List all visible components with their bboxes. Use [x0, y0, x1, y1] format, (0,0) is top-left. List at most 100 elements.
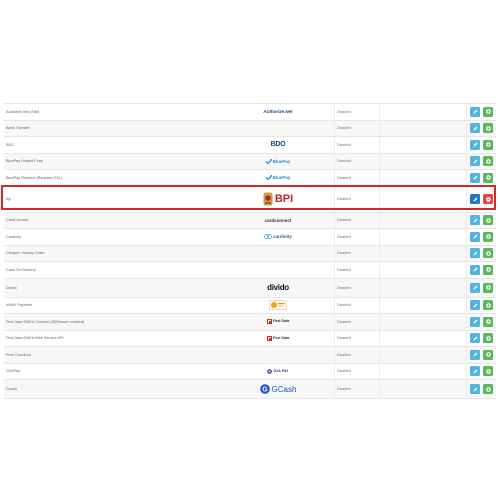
- pencil-icon: [473, 336, 477, 341]
- row-actions: [470, 279, 496, 297]
- row-actions: [470, 137, 496, 153]
- bpi-logo: BPI: [239, 187, 317, 212]
- edit-button[interactable]: [470, 231, 480, 242]
- plus-circle-icon: [485, 336, 491, 341]
- edit-button[interactable]: [470, 106, 480, 117]
- pencil-icon: [473, 251, 477, 256]
- edit-button[interactable]: [470, 316, 480, 327]
- status-text: Disabled: [337, 369, 351, 374]
- extension-name: Gcash: [6, 387, 17, 391]
- table-row: BluePay Hosted Form BluePay Disabled: [4, 153, 496, 170]
- row-actions: [470, 104, 496, 120]
- pencil-icon: [473, 387, 477, 391]
- minus-circle-icon: [485, 196, 491, 202]
- plus-circle-icon: [485, 319, 491, 324]
- edit-button[interactable]: [470, 264, 480, 275]
- plus-circle-icon: [485, 369, 491, 374]
- edit-button[interactable]: [470, 349, 480, 360]
- status-text: Disabled: [337, 126, 351, 131]
- install-button[interactable]: [483, 333, 493, 344]
- install-button[interactable]: [483, 231, 493, 242]
- pencil-icon: [473, 197, 477, 201]
- pencil-icon: [473, 126, 477, 131]
- logo-text: BluePay: [272, 175, 291, 181]
- first-data-mark-icon: [266, 335, 272, 341]
- cardconnect-logo: cardconnect: [239, 213, 317, 229]
- pencil-icon: [473, 369, 477, 374]
- pencil-icon: [473, 142, 477, 147]
- install-button[interactable]: [483, 349, 493, 360]
- extension-name: CardConnect: [6, 218, 29, 223]
- install-button[interactable]: [483, 300, 493, 311]
- install-button[interactable]: [483, 366, 493, 377]
- logo-text: BDO: [270, 141, 286, 149]
- install-button[interactable]: [483, 316, 493, 327]
- plus-circle-icon: [485, 234, 491, 239]
- row-actions: [470, 154, 496, 170]
- extension-name: Cheque / Money Order: [6, 251, 45, 256]
- status-text: Disabled: [337, 197, 351, 201]
- eway-badge-icon: [269, 300, 287, 311]
- extension-name: Divido: [6, 285, 17, 290]
- row-actions: [470, 262, 496, 278]
- pencil-icon: [473, 319, 477, 324]
- edit-button[interactable]: [470, 139, 480, 150]
- table-row: First Data EMEA Web Service API First Da…: [4, 330, 496, 347]
- row-actions: [470, 121, 496, 137]
- eway-logo: [239, 298, 317, 314]
- row-actions: [470, 364, 496, 380]
- cardinity-logo: cardinity: [239, 229, 317, 245]
- edit-button[interactable]: [470, 123, 480, 134]
- install-button[interactable]: [483, 215, 493, 226]
- row-actions: [470, 213, 496, 229]
- edit-button[interactable]: [470, 366, 480, 377]
- row-actions: [470, 229, 496, 245]
- install-button[interactable]: [483, 282, 493, 293]
- plus-circle-icon: [485, 159, 491, 164]
- install-button[interactable]: [483, 123, 493, 134]
- extension-name: BluePay Redirect (Requires SSL): [6, 175, 63, 180]
- extension-name: BDO: [6, 142, 15, 147]
- edit-button[interactable]: [470, 172, 480, 183]
- install-button[interactable]: [483, 139, 493, 150]
- edit-button[interactable]: [470, 384, 480, 394]
- status-text: Disabled: [337, 251, 351, 256]
- plus-circle-icon: [485, 126, 491, 131]
- plus-circle-icon: [485, 352, 491, 357]
- extension-name: First Data EMEA Connect (3DSecure enable…: [6, 319, 85, 324]
- extension-name: G2APay: [6, 369, 21, 374]
- edit-button[interactable]: [470, 282, 480, 293]
- edit-button[interactable]: [470, 194, 480, 204]
- install-button[interactable]: [483, 248, 493, 259]
- uninstall-button[interactable]: [483, 194, 493, 204]
- table-row: Gcash G GCash Disabled: [4, 380, 496, 399]
- status-text: Disabled: [337, 218, 351, 223]
- table-row: Bank Transfer Disabled: [4, 120, 496, 137]
- table-row: First Data EMEA Connect (3DSecure enable…: [4, 314, 496, 331]
- edit-button[interactable]: [470, 156, 480, 167]
- install-button[interactable]: [483, 106, 493, 117]
- edit-button[interactable]: [470, 333, 480, 344]
- install-button[interactable]: [483, 156, 493, 167]
- row-actions: [470, 187, 496, 212]
- table-row: Cheque / Money Order Disabled: [4, 245, 496, 262]
- edit-button[interactable]: [470, 215, 480, 226]
- plus-circle-icon: [485, 142, 491, 147]
- logo-text: cardconnect: [264, 217, 292, 223]
- pencil-icon: [473, 159, 477, 164]
- plus-circle-icon: [485, 303, 491, 308]
- install-button[interactable]: [483, 384, 493, 394]
- install-button[interactable]: [483, 172, 493, 183]
- status-text: Disabled: [337, 109, 351, 114]
- plus-circle-icon: [485, 218, 491, 223]
- pencil-icon: [473, 218, 477, 223]
- logo-text: First Data: [272, 335, 290, 340]
- edit-button[interactable]: [470, 300, 480, 311]
- install-button[interactable]: [483, 264, 493, 275]
- edit-button[interactable]: [470, 248, 480, 259]
- g2apay-logo: G2A PAY: [239, 364, 317, 380]
- plus-circle-icon: [485, 175, 491, 180]
- extension-name: Free Checkout: [6, 352, 31, 357]
- pencil-icon: [473, 109, 477, 114]
- table-row: Divido divido Disabled: [4, 278, 496, 298]
